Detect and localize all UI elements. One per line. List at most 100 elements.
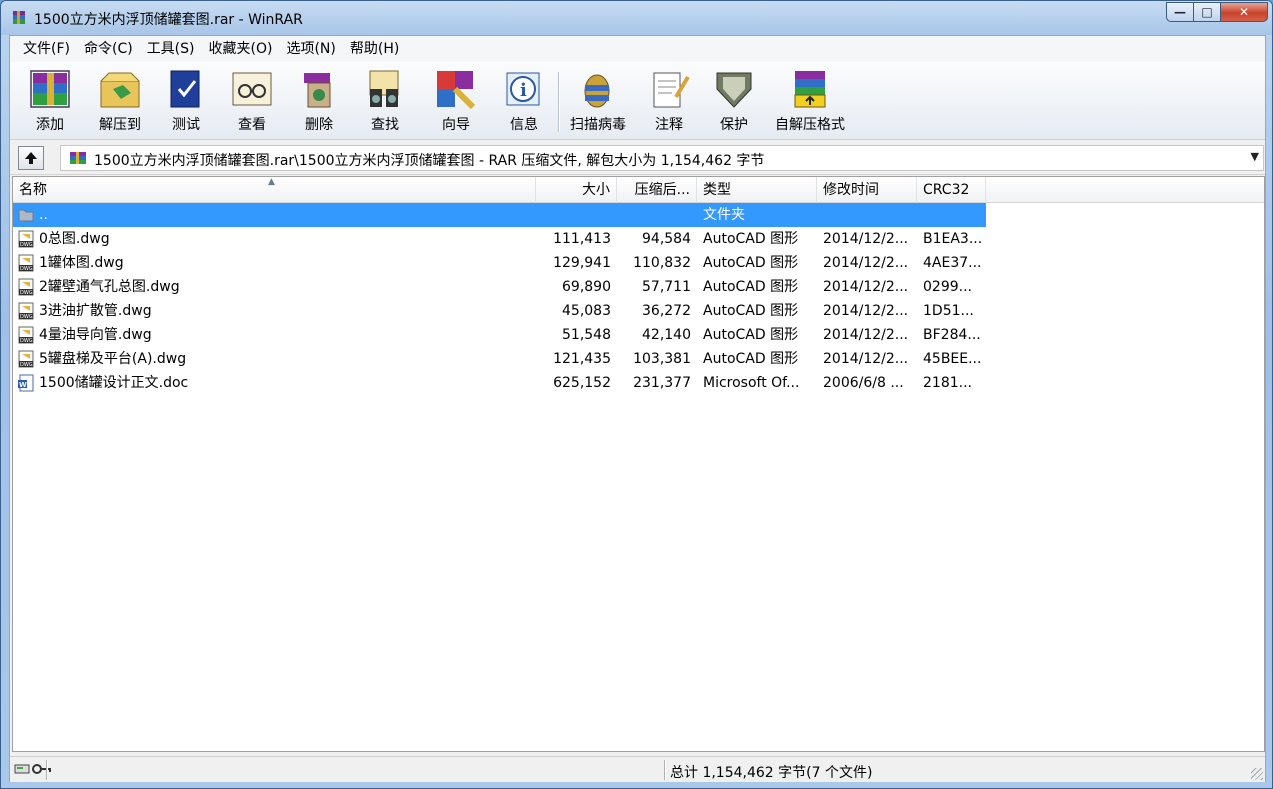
comment-label: 注释 <box>655 117 683 133</box>
delete-button[interactable]: 删除 <box>293 66 345 136</box>
address-field[interactable]: 1500立方米内浮顶储罐套图.rar\1500立方米内浮顶储罐套图 - RAR … <box>60 145 1264 171</box>
file-name: 1500储罐设计正文.doc <box>39 375 189 391</box>
file-packed: 231,377 <box>633 375 691 391</box>
file-packed: 36,272 <box>642 303 691 319</box>
file-name: 5罐盘梯及平台(A).dwg <box>39 351 187 367</box>
test-label: 测试 <box>172 117 200 133</box>
client-area: 文件(F) 命令(C) 工具(S) 收藏夹(O) 选项(N) 帮助(H) 添加 … <box>9 35 1266 782</box>
status-summary: 总计 1,154,462 字节(7 个文件) <box>670 765 873 781</box>
file-row[interactable]: DWG 5罐盘梯及平台(A).dwg 121,435 103,381 AutoCAD 图… <box>13 347 986 371</box>
find-button[interactable]: 查找 <box>359 66 411 136</box>
rar-archive-icon <box>70 152 86 164</box>
status-bar: 总计 1,154,462 字节(7 个文件) <box>10 756 1265 782</box>
svg-text:DWG: DWG <box>20 362 33 368</box>
file-packed: 94,584 <box>642 231 691 247</box>
maximize-button[interactable]: □ <box>1194 2 1221 22</box>
file-list[interactable]: 名称 ▲ 大小 压缩后... 类型 修改时间 CRC32 .. 文件夹 DWG 0总图… <box>12 176 1265 752</box>
doc-file-icon: W <box>18 374 34 392</box>
virus-scan-icon <box>584 74 610 108</box>
sfx-button[interactable]: 自解压格式 <box>775 66 845 136</box>
dwg-file-icon: DWG <box>18 254 34 272</box>
file-size: 69,890 <box>562 279 611 295</box>
column-type[interactable]: 类型 <box>697 177 817 203</box>
menu-commands[interactable]: 命令(C) <box>77 38 140 60</box>
column-name-label: 名称 <box>19 182 47 198</box>
winrar-window: 1500立方米内浮顶储罐套图.rar - WinRAR — □ ✕ 文件(F) … <box>0 0 1273 789</box>
virus-scan-label: 扫描病毒 <box>570 117 626 133</box>
info-icon: i <box>506 72 540 106</box>
column-crc[interactable]: CRC32 <box>917 177 986 203</box>
file-type: AutoCAD 图形 <box>703 327 799 343</box>
title-bar[interactable]: 1500立方米内浮顶储罐套图.rar - WinRAR — □ ✕ <box>1 1 1272 35</box>
virus-scan-button[interactable]: 扫描病毒 <box>570 66 626 136</box>
file-name: 3进油扩散管.dwg <box>39 303 152 319</box>
info-button[interactable]: i 信息 <box>498 66 550 136</box>
sort-ascending-icon: ▲ <box>268 177 275 187</box>
wizard-icon <box>437 71 476 110</box>
column-modified-label: 修改时间 <box>823 182 879 198</box>
protect-button[interactable]: 保护 <box>708 66 760 136</box>
disk-icon[interactable] <box>14 763 30 775</box>
address-dropdown-icon[interactable]: ▼ <box>1251 150 1259 163</box>
svg-text:DWG: DWG <box>20 290 33 296</box>
menu-tools[interactable]: 工具(S) <box>140 38 202 60</box>
file-row[interactable]: DWG 4量油导向管.dwg 51,548 42,140 AutoCAD 图形 2014/… <box>13 323 986 347</box>
info-label: 信息 <box>510 117 538 133</box>
extract-to-label: 解压到 <box>99 117 141 133</box>
column-packed[interactable]: 压缩后... <box>617 177 697 203</box>
file-row[interactable]: DWG 0总图.dwg 111,413 94,584 AutoCAD 图形 2014/12… <box>13 227 986 251</box>
file-crc: 45BEE... <box>923 351 982 367</box>
column-size-label: 大小 <box>582 182 610 198</box>
key-icon[interactable] <box>32 763 52 775</box>
find-icon <box>369 70 399 107</box>
sfx-icon <box>794 71 826 108</box>
status-separator <box>664 760 666 780</box>
dwg-file-icon: DWG <box>18 302 34 320</box>
menu-favorites[interactable]: 收藏夹(O) <box>202 38 280 60</box>
file-size <box>536 203 617 227</box>
file-modified: 2014/12/2... <box>823 327 909 343</box>
wizard-button[interactable]: 向导 <box>430 66 482 136</box>
file-packed: 103,381 <box>633 351 691 367</box>
view-label: 查看 <box>238 117 266 133</box>
test-button[interactable]: 测试 <box>160 66 212 136</box>
file-type: AutoCAD 图形 <box>703 279 799 295</box>
delete-label: 删除 <box>305 117 333 133</box>
resize-grip[interactable] <box>1251 768 1263 780</box>
file-modified: 2014/12/2... <box>823 231 909 247</box>
file-crc: 4AE37... <box>923 255 982 271</box>
file-name: 0总图.dwg <box>39 231 110 247</box>
menu-file[interactable]: 文件(F) <box>16 38 77 60</box>
parent-folder-row[interactable]: .. 文件夹 <box>13 203 986 227</box>
file-packed: 42,140 <box>642 327 691 343</box>
add-button[interactable]: 添加 <box>24 66 76 136</box>
extract-to-button[interactable]: 解压到 <box>94 66 146 136</box>
close-button[interactable]: ✕ <box>1221 2 1268 22</box>
file-modified: 2014/12/2... <box>823 303 909 319</box>
minimize-button[interactable]: — <box>1166 2 1194 22</box>
file-row[interactable]: DWG 1罐体图.dwg 129,941 110,832 AutoCAD 图形 2014/… <box>13 251 986 275</box>
add-archive-icon <box>30 70 70 108</box>
file-size: 111,413 <box>553 231 611 247</box>
file-row[interactable]: W 1500储罐设计正文.doc 625,152 231,377 Microsoft O… <box>13 371 986 395</box>
file-type: AutoCAD 图形 <box>703 303 799 319</box>
file-packed <box>617 203 697 227</box>
menu-options[interactable]: 选项(N) <box>279 38 342 60</box>
find-label: 查找 <box>371 117 399 133</box>
file-row[interactable]: DWG 3进油扩散管.dwg 45,083 36,272 AutoCAD 图形 2014/… <box>13 299 986 323</box>
file-name: 4量油导向管.dwg <box>39 327 152 343</box>
file-row[interactable]: DWG 2罐壁通气孔总图.dwg 69,890 57,711 AutoCAD 图形 201… <box>13 275 986 299</box>
file-crc <box>917 203 986 227</box>
comment-button[interactable]: 注释 <box>643 66 695 136</box>
view-button[interactable]: 查看 <box>226 66 278 136</box>
menu-bar: 文件(F) 命令(C) 工具(S) 收藏夹(O) 选项(N) 帮助(H) <box>10 36 1265 62</box>
up-folder-button[interactable] <box>18 146 44 170</box>
sfx-label: 自解压格式 <box>775 117 845 133</box>
menu-help[interactable]: 帮助(H) <box>343 38 406 60</box>
column-size[interactable]: 大小 <box>536 177 617 203</box>
comment-icon <box>653 72 690 108</box>
file-name: 1罐体图.dwg <box>39 255 124 271</box>
winrar-app-icon <box>13 11 25 24</box>
svg-text:i: i <box>520 80 527 101</box>
column-modified[interactable]: 修改时间 <box>817 177 917 203</box>
